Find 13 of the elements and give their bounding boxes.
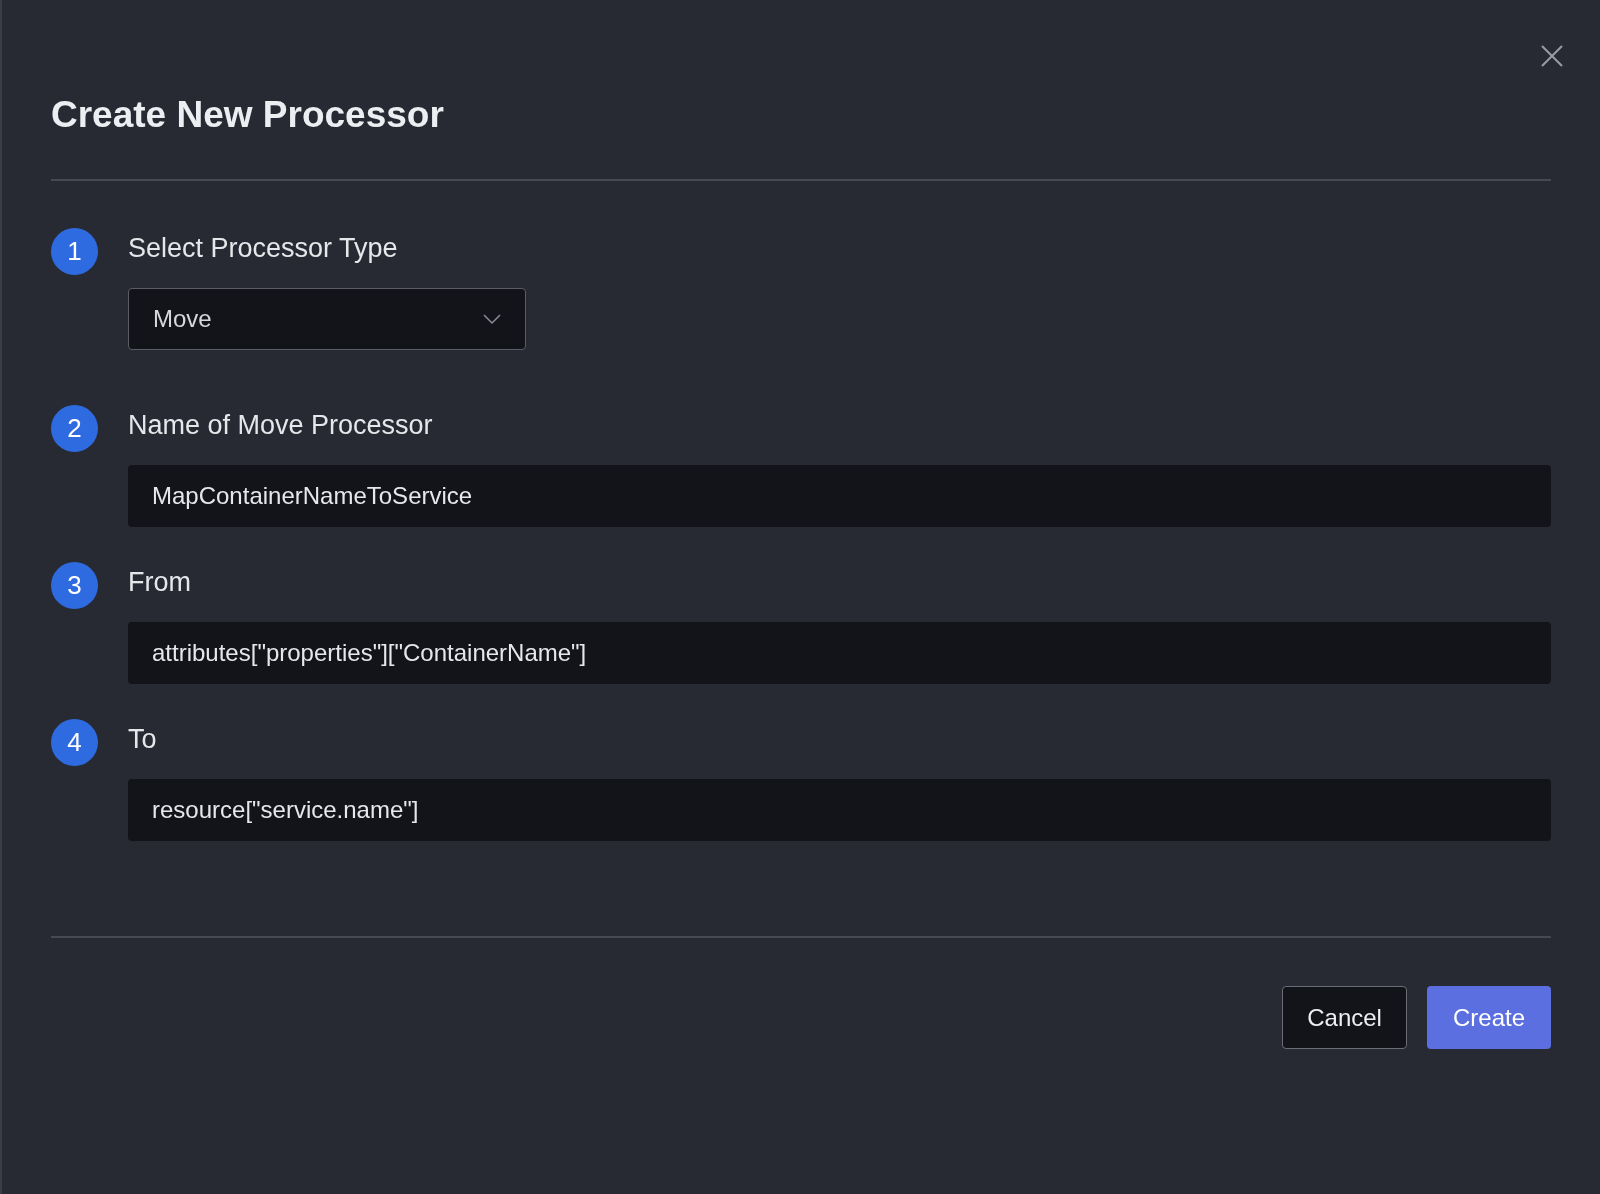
close-icon <box>1540 44 1564 68</box>
step-label: Select Processor Type <box>128 232 398 266</box>
processor-type-dropdown[interactable]: Move <box>128 288 526 351</box>
step-label: To <box>128 723 157 757</box>
create-button[interactable]: Create <box>1426 986 1551 1050</box>
chevron-down-icon <box>483 313 501 326</box>
step-label: From <box>128 566 191 600</box>
text-input-field[interactable]: MapContainerNameToService <box>128 465 1551 528</box>
cancel-button[interactable]: Cancel <box>1282 986 1407 1050</box>
dialog-title: Create New Processor <box>51 93 444 137</box>
text-input-field[interactable]: attributes["properties"]["ContainerName"] <box>128 622 1551 685</box>
step-label: Name of Move Processor <box>128 409 433 443</box>
text-input-field[interactable]: resource["service.name"] <box>128 779 1551 842</box>
